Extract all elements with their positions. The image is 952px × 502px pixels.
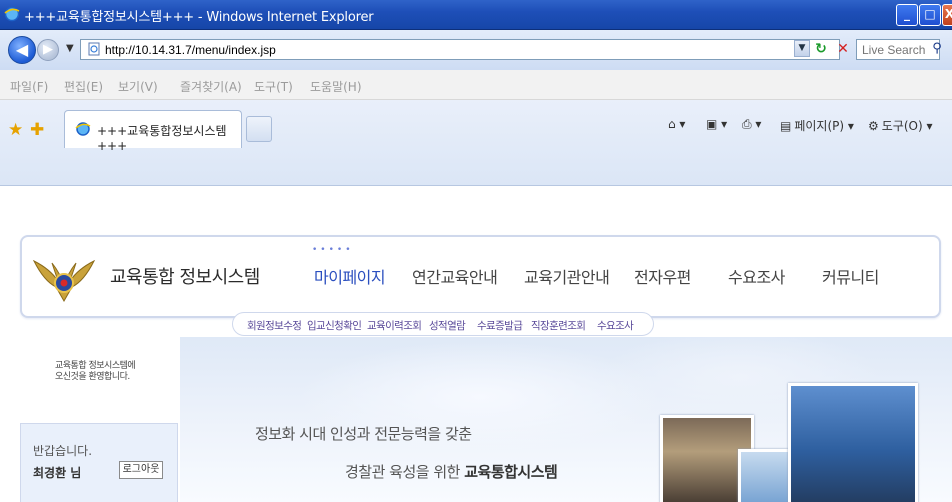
maximize-button[interactable]: □ [919,4,941,26]
tools-menu-button[interactable]: ⚙ 도구(O) ▾ [868,117,933,134]
web-page: 교육통합 정보시스템 ••••• 마이페이지 연간교육안내 교육기관안내 전자우… [0,187,952,502]
tools-menu-label: 도구(O) [881,119,923,133]
site-name[interactable]: 교육통합 정보시스템 [110,263,260,289]
sub-navigation: 회원정보수정 입교신청확인 교육이력조회 성적열람 수료증발급 직장훈련조회 수… [232,312,654,336]
sub-nav-grades[interactable]: 성적열람 [429,318,466,333]
page-menu-button[interactable]: ▤ 페이지(P) ▾ [780,117,854,134]
menu-bar: 파일(F) 편집(E) 보기(V) 즐겨찾기(A) 도구(T) 도움말(H) [0,70,952,100]
menu-edit[interactable]: 편집(E) [64,78,103,95]
home-icon[interactable]: ⌂ ▾ [668,117,685,131]
gnb-community[interactable]: 커뮤니티 [822,264,879,288]
ie-logo-icon [4,6,20,22]
sub-nav-certificate[interactable]: 수료증발급 [477,318,523,333]
slogan-line-2-prefix: 경찰관 육성을 위한 [345,463,460,481]
login-status-box: 반갑습니다. 최경환 님 로그아웃 [20,423,178,502]
menu-help[interactable]: 도움말(H) [310,78,362,95]
minimize-button[interactable]: _ [896,4,918,26]
menu-tools[interactable]: 도구(T) [254,78,293,95]
sub-nav-survey[interactable]: 수요조사 [597,318,634,333]
sub-nav-member-edit[interactable]: 회원정보수정 [247,318,302,333]
slogan-emphasis: 교육통합시스템 [464,463,558,481]
ie-page-icon [75,122,91,136]
site-header: 교육통합 정보시스템 ••••• 마이페이지 연간교육안내 교육기관안내 전자우… [20,235,941,318]
sub-nav-job-training[interactable]: 직장훈련조회 [531,318,586,333]
window-title: +++교육통합정보시스템+++ - Windows Internet Explo… [24,10,374,25]
back-arrow-icon: ◀ [15,40,29,59]
page-menu-icon: ▤ [780,119,792,133]
page-icon [88,42,100,56]
welcome-line-2: 오신것을 환영합니다. [55,372,130,382]
tab-title: +++교육통합정보시스템+++ [97,124,227,153]
greeting-text: 반갑습니다. [33,444,93,458]
logout-button[interactable]: 로그아웃 [119,461,163,479]
slogan-line-1: 정보화 시대 인성과 전문능력을 갖춘 [255,425,472,443]
favorites-star-icon[interactable]: ★ [8,120,23,140]
menu-favorites[interactable]: 즐겨찾기(A) [180,78,242,95]
tab-bar: ★ ✚ +++교육통합정보시스템+++ ⌂ ▾ ▣ ▾ ⎙ ▾ ▤ 페이지(P) … [0,100,952,186]
user-name: 최경환 님 [33,466,82,480]
history-dropdown-icon[interactable]: ▼ [66,43,74,54]
active-indicator-dots: ••••• [312,245,354,255]
add-favorites-icon[interactable]: ✚ [30,120,44,140]
gear-icon: ⚙ [868,119,879,133]
welcome-message: 교육통합 정보시스템에 오신것을 환영합니다. [55,361,136,383]
search-icon[interactable]: ⚲ [926,39,948,60]
gnb-email[interactable]: 전자우편 [634,264,691,288]
forward-arrow-icon: ▶ [43,42,53,57]
welcome-line-1: 교육통합 정보시스템에 [55,361,136,371]
gnb-survey[interactable]: 수요조사 [728,264,785,288]
back-button[interactable]: ◀ [8,36,36,64]
refresh-icon[interactable]: ↻ [812,40,830,58]
browser-tab[interactable]: +++교육통합정보시스템+++ [64,110,242,153]
gnb-institution-info[interactable]: 교육기관안내 [524,264,610,288]
feeds-icon[interactable]: ▣ ▾ [706,117,727,131]
print-icon[interactable]: ⎙ ▾ [742,117,761,132]
shooting-officer-photo [788,383,918,502]
url-input[interactable] [105,41,745,58]
window-title-bar: +++교육통합정보시스템+++ - Windows Internet Explo… [0,0,952,30]
close-button[interactable]: X [942,4,952,26]
police-emblem-logo[interactable] [32,251,96,303]
sub-nav-enrollment-check[interactable]: 입교신청확인 [307,318,362,333]
forward-button[interactable]: ▶ [37,39,59,61]
slogan-line-2: 경찰관 육성을 위한 교육통합시스템 [345,461,558,482]
stop-icon[interactable]: ✕ [834,40,852,58]
gnb-mypage[interactable]: 마이페이지 [314,264,386,288]
menu-file[interactable]: 파일(F) [10,78,48,95]
page-menu-label: 페이지(P) [794,119,845,133]
gnb-annual-education[interactable]: 연간교육안내 [412,264,498,288]
address-dropdown-button[interactable]: ▼ [794,40,810,57]
menu-view[interactable]: 보기(V) [118,78,158,95]
address-toolbar: ◀ ▶ ▼ ▼ ↻ ✕ ⚲ [0,30,952,70]
new-tab-button[interactable] [246,116,272,142]
sub-nav-history[interactable]: 교육이력조회 [367,318,422,333]
address-bar[interactable] [80,39,840,60]
